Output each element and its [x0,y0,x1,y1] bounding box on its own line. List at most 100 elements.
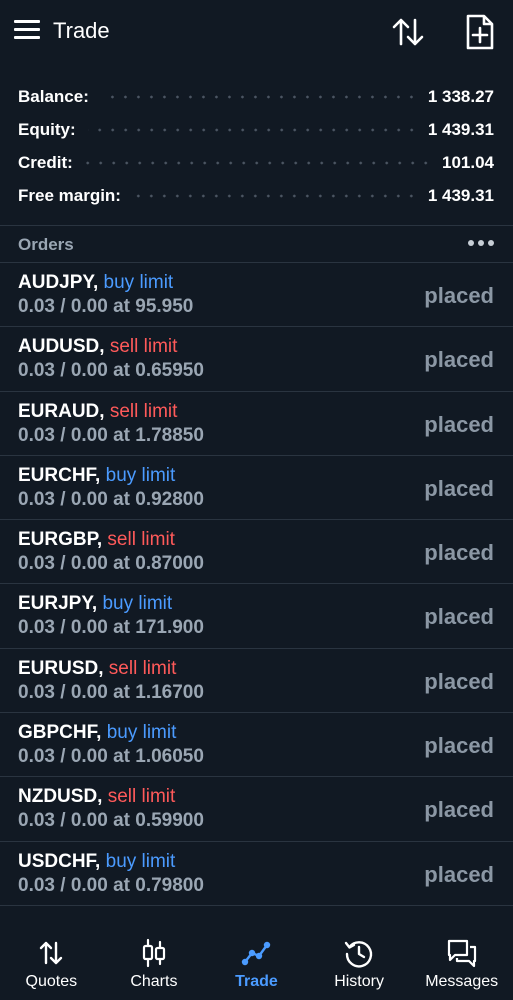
balance-value: 1 338.27 [427,86,494,106]
order-row[interactable]: USDCHF, buy limit 0.03 / 0.00 at 0.79800 p… [0,842,513,906]
order-title: AUDJPY, buy limit [18,272,173,294]
leader-dots [87,119,418,140]
free-margin-value: 1 439.31 [427,185,494,205]
order-title: EURCHF, buy limit [18,465,175,487]
order-title: EURUSD, sell limit [18,658,176,680]
credit-label: Credit: [18,152,73,172]
messages-icon [447,939,476,968]
order-symbol: GBPCHF, [18,722,102,744]
tab-charts[interactable]: Charts [103,922,206,1000]
order-title: EURGBP, sell limit [18,529,175,551]
tab-quotes[interactable]: Quotes [0,922,103,1000]
order-symbol: EURAUD, [18,400,105,422]
order-details: 0.03 / 0.00 at 171.900 [18,617,204,639]
order-row[interactable]: NZDUSD, sell limit 0.03 / 0.00 at 0.59900… [0,777,513,842]
tab-label: History [334,973,384,990]
order-symbol: EURCHF, [18,464,101,486]
order-type: sell limit [109,336,178,358]
order-details: 0.03 / 0.00 at 0.92800 [18,488,204,510]
order-row[interactable]: AUDUSD, sell limit 0.03 / 0.00 at 0.65950… [0,327,513,392]
sort-icon[interactable] [388,12,428,52]
order-symbol: EURUSD, [18,657,104,679]
credit-value: 101.04 [442,152,494,172]
tab-label: Quotes [25,973,78,990]
leader-dots [100,86,418,107]
page-title: Trade [53,18,110,43]
order-status: placed [424,411,494,437]
leader-dots [132,185,418,206]
app-header: Trade [0,0,513,62]
order-type: buy limit [102,593,173,615]
account-summary: Balance: 1 338.27 Equity: 1 439.31 Credi… [0,80,513,212]
order-type: buy limit [105,850,176,872]
order-status: placed [424,733,494,759]
tab-label: Trade [235,973,278,990]
order-title: GBPCHF, buy limit [18,722,176,744]
order-row[interactable]: EURJPY, buy limit 0.03 / 0.00 at 171.900 p… [0,584,513,649]
order-title: NZDUSD, sell limit [18,786,175,808]
order-title: USDCHF, buy limit [18,851,175,873]
order-details: 0.03 / 0.00 at 1.16700 [18,681,204,703]
orders-list: AUDJPY, buy limit 0.03 / 0.00 at 95.950 pl… [0,263,513,906]
summary-row-balance: Balance: 1 338.27 [0,80,513,113]
order-symbol: AUDJPY, [18,272,99,293]
history-icon [344,941,373,968]
order-type: sell limit [107,529,175,551]
order-symbol: EURJPY, [18,593,98,615]
tab-history[interactable]: History [308,922,411,1000]
order-details: 0.03 / 0.00 at 1.06050 [18,746,204,768]
summary-row-credit: Credit: 101.04 [0,146,513,179]
orders-section-header: Orders [0,226,513,262]
order-symbol: USDCHF, [18,850,101,872]
order-status: placed [424,540,494,566]
order-status: placed [424,283,494,308]
free-margin-label: Free margin: [18,185,121,205]
order-title: AUDUSD, sell limit [18,336,177,358]
order-symbol: AUDUSD, [18,336,105,358]
menu-icon[interactable] [14,20,40,40]
order-type: sell limit [108,657,177,679]
summary-row-equity: Equity: 1 439.31 [0,113,513,146]
order-status: placed [424,347,494,373]
tab-label: Messages [425,973,499,990]
order-row[interactable]: EURGBP, sell limit 0.03 / 0.00 at 0.87000… [0,520,513,585]
order-type: buy limit [105,464,176,486]
order-status: placed [424,861,494,887]
bottom-nav: Quotes Charts Trade History Messages [0,922,513,1000]
balance-label: Balance: [18,86,89,106]
more-horizontal-icon[interactable] [468,240,494,248]
order-title: EURAUD, sell limit [18,401,177,423]
order-type: sell limit [109,400,178,422]
order-details: 0.03 / 0.00 at 0.59900 [18,810,204,832]
order-details: 0.03 / 0.00 at 95.950 [18,296,194,317]
order-row[interactable]: GBPCHF, buy limit 0.03 / 0.00 at 1.06050 p… [0,713,513,778]
quotes-icon [40,941,63,965]
summary-row-free-margin: Free margin: 1 439.31 [0,179,513,212]
order-details: 0.03 / 0.00 at 0.79800 [18,874,204,896]
order-type: buy limit [103,272,174,293]
order-details: 0.03 / 0.00 at 1.78850 [18,424,204,446]
order-details: 0.03 / 0.00 at 0.65950 [18,360,204,382]
tab-messages[interactable]: Messages [410,922,513,1000]
order-status: placed [424,604,494,630]
order-status: placed [424,475,494,501]
order-type: sell limit [107,786,176,808]
orders-title: Orders [18,235,74,254]
order-row[interactable]: EURUSD, sell limit 0.03 / 0.00 at 1.16700… [0,649,513,714]
order-type: buy limit [106,722,177,744]
tab-trade[interactable]: Trade [205,922,308,1000]
order-row[interactable]: EURAUD, sell limit 0.03 / 0.00 at 1.78850… [0,392,513,456]
leader-dots [84,152,432,173]
order-symbol: EURGBP, [18,529,103,551]
order-details: 0.03 / 0.00 at 0.87000 [18,553,204,575]
charts-icon [142,938,165,968]
tab-label: Charts [130,973,178,990]
order-status: placed [424,797,494,823]
order-status: placed [424,668,494,694]
equity-value: 1 439.31 [427,119,494,139]
equity-label: Equity: [18,119,76,139]
new-order-icon[interactable] [460,12,498,52]
order-title: EURJPY, buy limit [18,593,172,615]
order-row[interactable]: AUDJPY, buy limit 0.03 / 0.00 at 95.950 pl… [0,263,513,328]
order-row[interactable]: EURCHF, buy limit 0.03 / 0.00 at 0.92800 p… [0,456,513,521]
